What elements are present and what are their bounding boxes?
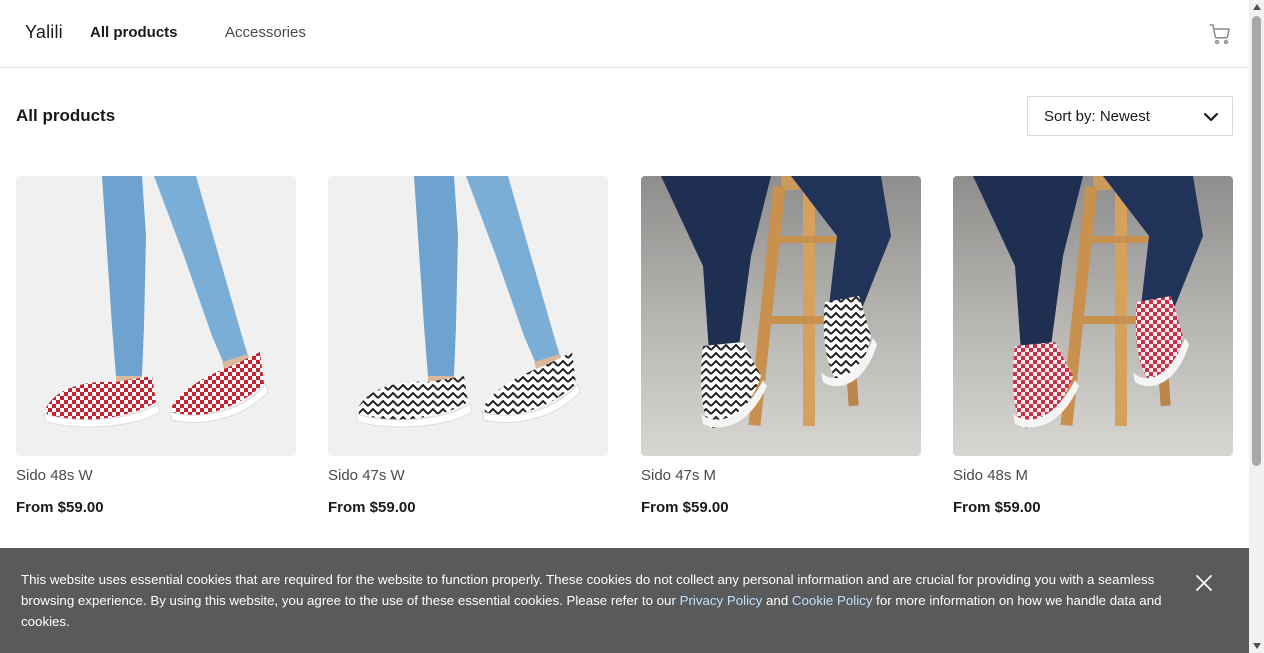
nav-accessories[interactable]: Accessories xyxy=(225,24,306,41)
cart-icon[interactable] xyxy=(1208,22,1232,46)
site-header: Yalili All products Accessories xyxy=(0,0,1249,68)
product-image[interactable] xyxy=(328,176,608,456)
sort-label: Sort by: Newest xyxy=(1044,108,1150,125)
page: Yalili All products Accessories All prod… xyxy=(0,0,1249,653)
site-logo[interactable]: Yalili xyxy=(25,22,63,43)
product-price: From $59.00 xyxy=(641,499,729,516)
cookie-policy-link[interactable]: Cookie Policy xyxy=(792,593,873,608)
privacy-policy-link[interactable]: Privacy Policy xyxy=(680,593,763,608)
sort-dropdown[interactable]: Sort by: Newest xyxy=(1027,96,1233,136)
product-name[interactable]: Sido 47s M xyxy=(641,467,921,485)
product-price: From $59.00 xyxy=(328,499,416,516)
scroll-down-arrow-icon[interactable] xyxy=(1253,643,1261,649)
product-price: From $59.00 xyxy=(953,499,1041,516)
close-icon[interactable] xyxy=(1194,573,1214,593)
vertical-scrollbar[interactable] xyxy=(1249,0,1264,653)
product-name[interactable]: Sido 48s M xyxy=(953,467,1233,485)
product-price: From $59.00 xyxy=(16,499,104,516)
scroll-thumb[interactable] xyxy=(1252,16,1261,466)
product-image[interactable] xyxy=(953,176,1233,456)
nav-all-products[interactable]: All products xyxy=(90,24,178,41)
product-card[interactable]: Sido 48s W From $59.00 xyxy=(16,176,296,517)
scroll-up-arrow-icon[interactable] xyxy=(1253,4,1261,10)
product-card[interactable]: Sido 47s W From $59.00 xyxy=(328,176,608,517)
page-title: All products xyxy=(16,106,116,125)
cookie-message: This website uses essential cookies that… xyxy=(21,569,1171,632)
product-name[interactable]: Sido 48s W xyxy=(16,467,296,485)
product-image[interactable] xyxy=(641,176,921,456)
product-name[interactable]: Sido 47s W xyxy=(328,467,608,485)
product-card[interactable]: Sido 47s M From $59.00 xyxy=(641,176,921,517)
product-card[interactable]: Sido 48s M From $59.00 xyxy=(953,176,1233,517)
cookie-text-part: and xyxy=(762,593,792,608)
cookie-banner: This website uses essential cookies that… xyxy=(0,548,1249,653)
chevron-down-icon xyxy=(1203,109,1219,125)
product-image[interactable] xyxy=(16,176,296,456)
